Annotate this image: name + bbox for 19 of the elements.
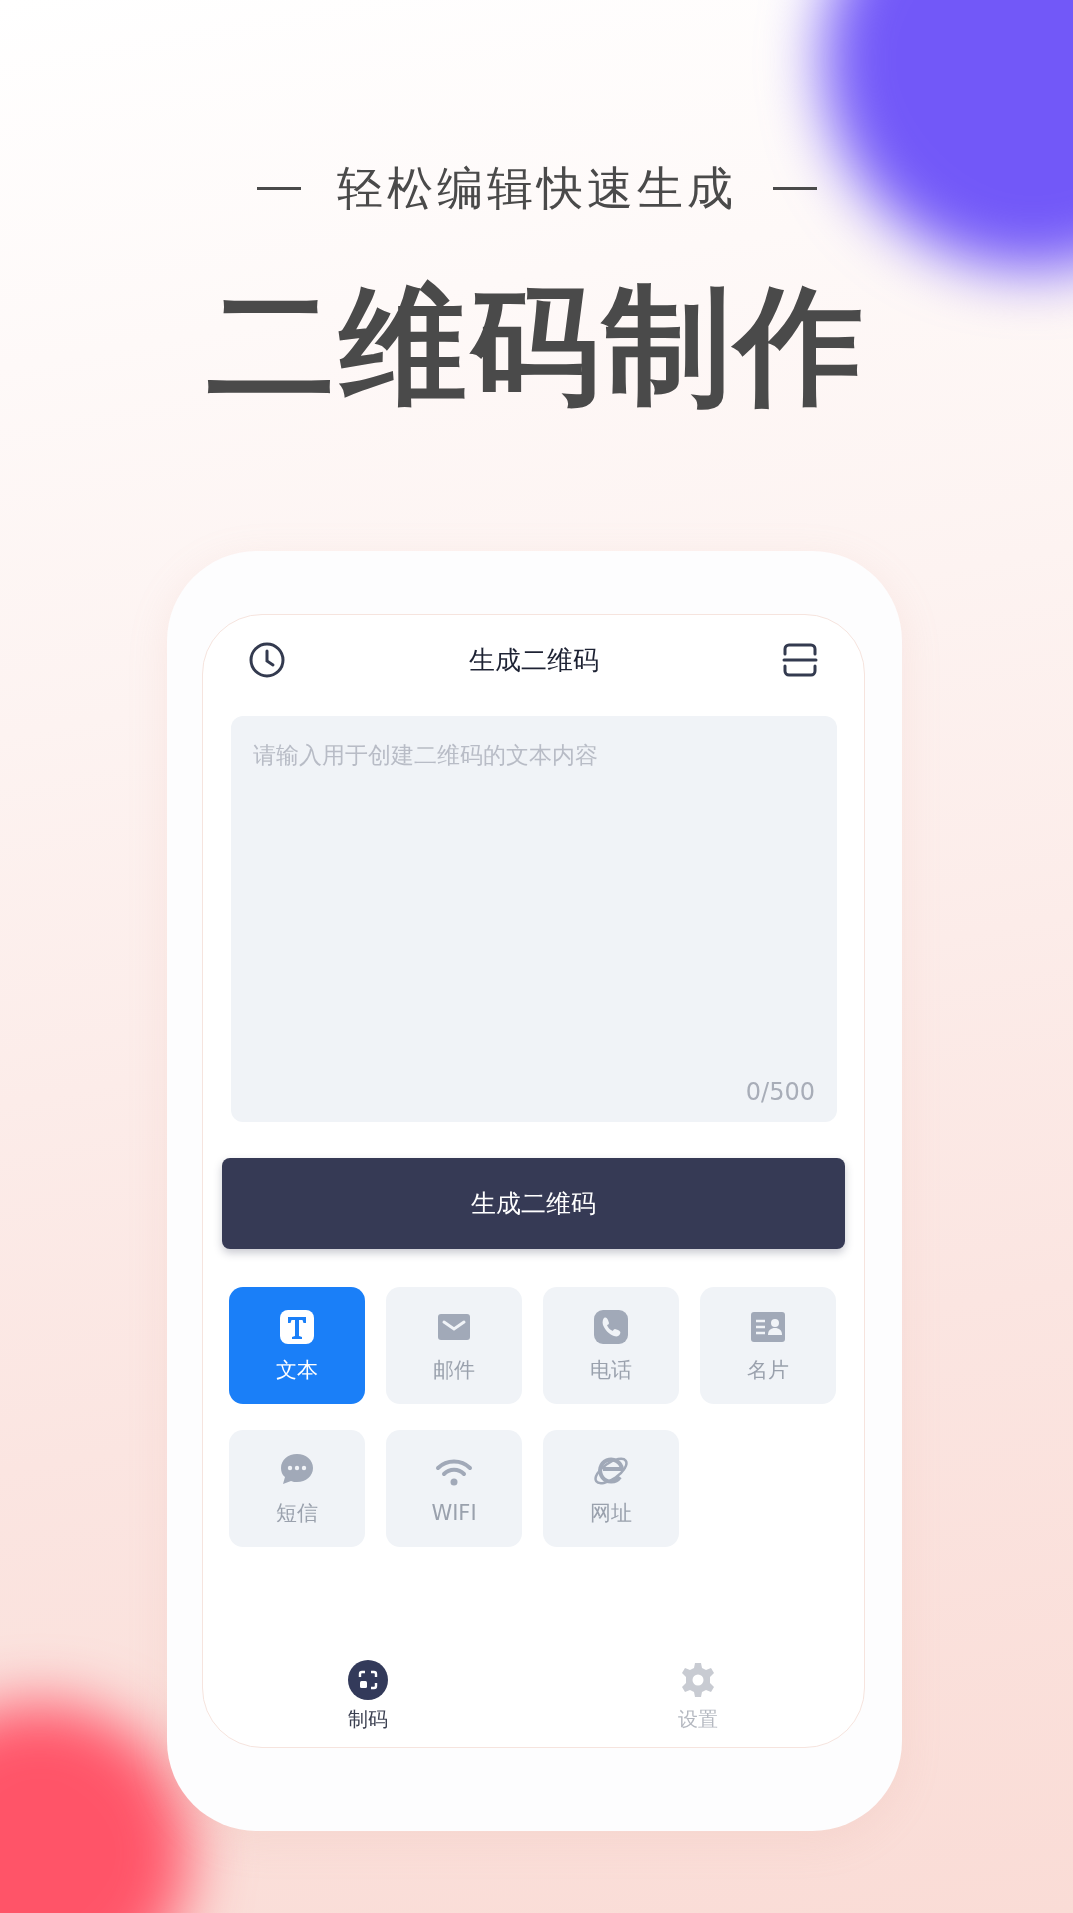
type-tile[interactable]: 文本 bbox=[229, 1287, 365, 1404]
type-tile[interactable]: 邮件 bbox=[386, 1287, 522, 1404]
history-icon[interactable] bbox=[248, 641, 286, 679]
type-tile[interactable]: WIFI bbox=[386, 1430, 522, 1547]
text-icon bbox=[278, 1307, 316, 1346]
screen-title: 生成二维码 bbox=[468, 643, 599, 677]
nav-tab[interactable]: 设置 bbox=[678, 1660, 718, 1733]
nav-tab[interactable]: 制码 bbox=[348, 1660, 388, 1733]
headline: 二维码制作 bbox=[206, 274, 867, 418]
type-tile[interactable]: 电话 bbox=[543, 1287, 679, 1404]
generate-button[interactable]: 生成二维码 bbox=[222, 1158, 845, 1249]
type-tile[interactable]: 名片 bbox=[700, 1287, 836, 1404]
type-tile[interactable]: 短信 bbox=[229, 1430, 365, 1547]
character-counter: 0/500 bbox=[745, 1078, 815, 1106]
type-tile[interactable]: 网址 bbox=[543, 1430, 679, 1547]
tagline: 轻松编辑快速生成 bbox=[336, 160, 737, 216]
phone-icon bbox=[592, 1307, 630, 1346]
scan-icon[interactable] bbox=[781, 641, 819, 679]
qr-scan-icon bbox=[348, 1660, 388, 1700]
